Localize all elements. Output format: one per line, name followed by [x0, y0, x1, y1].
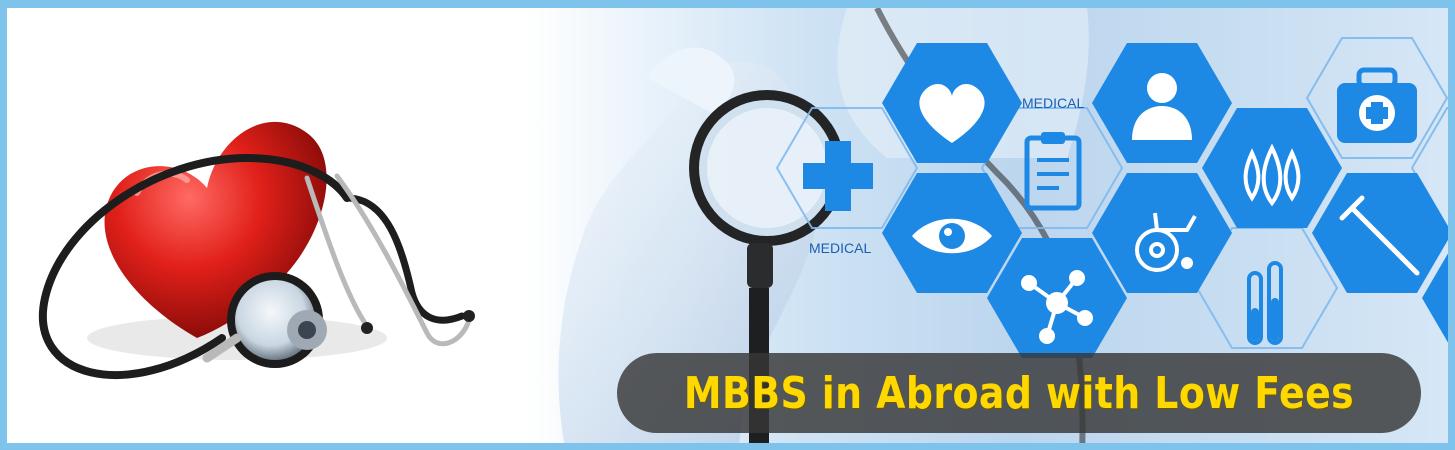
heart-stethoscope-illustration — [39, 121, 475, 380]
medical-label-bottom: MEDICAL — [809, 240, 871, 256]
first-aid-kit-icon — [1337, 67, 1417, 143]
mbbs-banner: MEDICAL MEDICAL MBBS in Abroad with Low … — [0, 0, 1455, 450]
medical-label-top: MEDICAL — [1022, 95, 1084, 111]
test-tubes-icon — [1247, 261, 1283, 345]
banner-caption: MBBS in Abroad with Low Fees — [683, 367, 1355, 419]
